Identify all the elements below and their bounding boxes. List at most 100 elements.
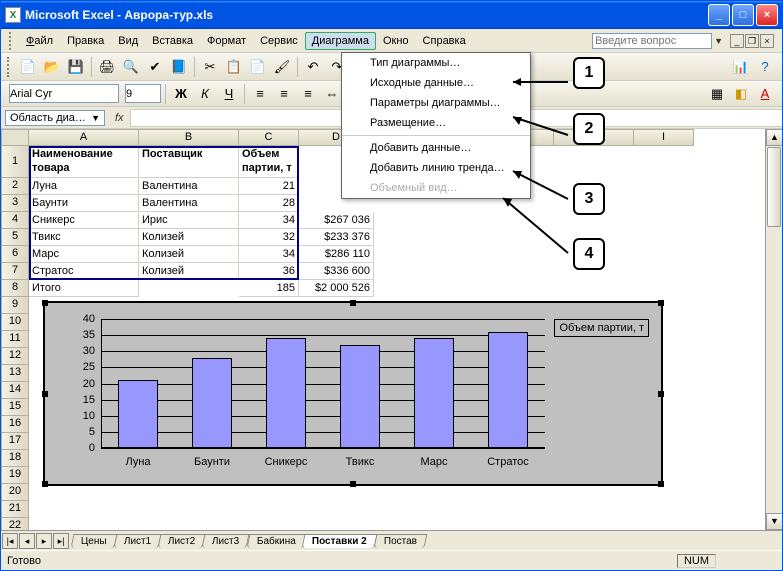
cell[interactable]: Валентина <box>139 195 239 212</box>
row-header[interactable]: 1 <box>1 146 29 178</box>
cell[interactable]: Наименование товара <box>29 146 139 178</box>
font-size-combo[interactable] <box>125 84 161 103</box>
cell[interactable]: Твикс <box>29 229 139 246</box>
spelling-icon[interactable]: ✔ <box>144 56 166 78</box>
cell[interactable]: Стратос <box>29 263 139 280</box>
row-header[interactable]: 18 <box>1 450 29 467</box>
chart-wizard-icon[interactable]: 📊 <box>730 56 752 78</box>
font-name-combo[interactable] <box>9 84 119 103</box>
embedded-chart[interactable]: Объем партии, т 0510152025303540ЛунаБаун… <box>43 301 663 486</box>
ask-question-input[interactable] <box>592 33 712 49</box>
scroll-up-icon[interactable]: ▲ <box>766 129 782 146</box>
print-preview-icon[interactable]: 🔍 <box>120 56 142 78</box>
sheet-tab[interactable]: Бабкина <box>246 534 306 548</box>
menu-item-add-data[interactable]: Добавить данные… <box>342 138 530 158</box>
sheet-tab[interactable]: Лист2 <box>157 534 205 548</box>
menu-tools[interactable]: Сервис <box>253 32 305 50</box>
menu-insert[interactable]: Вставка <box>145 32 200 50</box>
cell[interactable]: $233 376 <box>299 229 374 246</box>
resize-handle[interactable] <box>658 481 664 487</box>
tab-last-icon[interactable]: ▸| <box>53 533 69 549</box>
cut-icon[interactable]: ✂ <box>199 56 221 78</box>
format-painter-icon[interactable]: 🖌 <box>271 56 293 78</box>
minimize-button[interactable]: _ <box>708 4 730 26</box>
toolbar-grip[interactable] <box>7 57 13 77</box>
cell[interactable]: $2 000 526 <box>299 280 374 297</box>
row-header[interactable]: 20 <box>1 484 29 501</box>
bar[interactable] <box>118 380 159 448</box>
tab-prev-icon[interactable]: ◂ <box>19 533 35 549</box>
resize-handle[interactable] <box>42 391 48 397</box>
cell[interactable]: Объем партии, т <box>239 146 299 178</box>
bold-button[interactable]: Ж <box>170 83 192 105</box>
print-icon[interactable]: 🖨 <box>96 56 118 78</box>
sheet-tab[interactable]: Лист3 <box>202 534 250 548</box>
column-header[interactable]: A <box>29 129 139 146</box>
close-button[interactable]: × <box>756 4 778 26</box>
font-color-icon[interactable]: А <box>754 83 776 105</box>
sheet-tab[interactable]: Цены <box>71 534 118 548</box>
row-header[interactable]: 5 <box>1 229 29 246</box>
column-header[interactable]: C <box>239 129 299 146</box>
cell[interactable]: Сникерс <box>29 212 139 229</box>
cell[interactable]: Марс <box>29 246 139 263</box>
underline-button[interactable]: Ч <box>218 83 240 105</box>
fill-color-icon[interactable]: ◧ <box>730 83 752 105</box>
cell[interactable]: Поставщик <box>139 146 239 178</box>
column-header[interactable]: B <box>139 129 239 146</box>
research-icon[interactable]: 📘 <box>168 56 190 78</box>
cell[interactable]: Ирис <box>139 212 239 229</box>
row-header[interactable]: 2 <box>1 178 29 195</box>
menu-item-source-data[interactable]: Исходные данные… <box>342 73 530 93</box>
fx-icon[interactable]: fx <box>115 112 124 124</box>
mdi-minimize[interactable]: _ <box>730 34 744 48</box>
cell[interactable]: Баунти <box>29 195 139 212</box>
select-all-corner[interactable] <box>1 129 29 146</box>
align-center-icon[interactable]: ≡ <box>273 83 295 105</box>
row-header[interactable]: 21 <box>1 501 29 518</box>
undo-icon[interactable]: ↶ <box>302 56 324 78</box>
row-header[interactable]: 11 <box>1 331 29 348</box>
open-icon[interactable]: 📂 <box>41 56 63 78</box>
resize-handle[interactable] <box>658 300 664 306</box>
help-icon[interactable]: ? <box>754 56 776 78</box>
paste-icon[interactable]: 📄 <box>247 56 269 78</box>
cell[interactable]: 36 <box>239 263 299 280</box>
cell[interactable]: Валентина <box>139 178 239 195</box>
cell[interactable]: 32 <box>239 229 299 246</box>
chart-legend[interactable]: Объем партии, т <box>554 319 649 337</box>
tab-next-icon[interactable]: ▸ <box>36 533 52 549</box>
row-header[interactable]: 10 <box>1 314 29 331</box>
tab-first-icon[interactable]: |◂ <box>2 533 18 549</box>
scroll-thumb[interactable] <box>767 147 781 227</box>
menu-help[interactable]: Справка <box>416 32 473 50</box>
bar[interactable] <box>340 345 381 448</box>
align-right-icon[interactable]: ≡ <box>297 83 319 105</box>
bar[interactable] <box>488 332 529 448</box>
sheet-tab[interactable]: Лист1 <box>113 534 161 548</box>
resize-handle[interactable] <box>350 481 356 487</box>
cell[interactable]: Колизей <box>139 229 239 246</box>
row-header[interactable]: 7 <box>1 263 29 280</box>
row-header[interactable]: 6 <box>1 246 29 263</box>
cell[interactable]: 34 <box>239 246 299 263</box>
borders-icon[interactable]: ▦ <box>706 83 728 105</box>
resize-handle[interactable] <box>658 391 664 397</box>
cell[interactable]: $267 036 <box>299 212 374 229</box>
menu-chart[interactable]: Диаграмма <box>305 32 376 50</box>
menu-item-chart-options[interactable]: Параметры диаграммы… <box>342 93 530 113</box>
sheet-tab[interactable]: Поставки 2 <box>302 534 378 548</box>
row-header[interactable]: 4 <box>1 212 29 229</box>
mdi-restore[interactable]: ❐ <box>745 34 759 48</box>
copy-icon[interactable]: 📋 <box>223 56 245 78</box>
mdi-close[interactable]: × <box>760 34 774 48</box>
chevron-down-icon[interactable]: ▼ <box>91 113 100 123</box>
cell[interactable]: 185 <box>239 280 299 297</box>
merge-center-icon[interactable]: ⇔ <box>321 83 343 105</box>
menu-file[interactable]: ФФайлайл <box>19 32 60 50</box>
row-header[interactable]: 9 <box>1 297 29 314</box>
cell[interactable]: Колизей <box>139 246 239 263</box>
row-header[interactable]: 14 <box>1 382 29 399</box>
bar[interactable] <box>414 338 455 448</box>
menu-view[interactable]: Вид <box>111 32 145 50</box>
